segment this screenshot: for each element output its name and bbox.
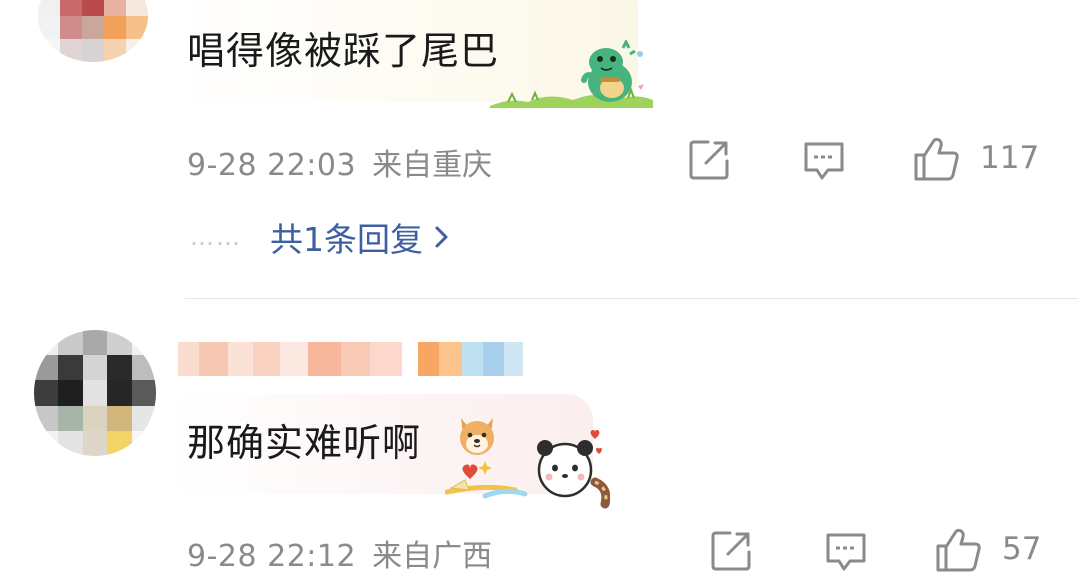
- thumbs-up-icon[interactable]: [913, 136, 961, 182]
- comment-icon[interactable]: [824, 529, 868, 573]
- comment-text: 那确实难听啊: [187, 421, 422, 465]
- chevron-right-icon: [435, 226, 448, 248]
- comment-list: 唱得像被踩了尾巴 9-28 22:03 来自重庆 117 …… 共1条回复 那确…: [0, 0, 1078, 586]
- comment-time: 9-28 22:03: [187, 148, 357, 183]
- comment-time: 9-28 22:12: [187, 539, 357, 574]
- reply-dots: ……: [190, 223, 242, 251]
- avatar[interactable]: [34, 330, 156, 456]
- thumbs-up-icon[interactable]: [935, 527, 983, 573]
- avatar[interactable]: [38, 0, 148, 62]
- comment-meta: 9-28 22:12 来自广西: [187, 531, 492, 575]
- comment-location: 来自广西: [372, 539, 493, 574]
- comment-location: 来自重庆: [372, 148, 493, 183]
- username[interactable]: [178, 334, 523, 384]
- reply-row: …… 共1条回复: [190, 212, 451, 262]
- comment-text: 唱得像被踩了尾巴: [187, 29, 500, 73]
- panda-sticker: [445, 430, 610, 509]
- dinosaur-sticker: [490, 40, 653, 108]
- view-replies-label: 共1条回复: [270, 220, 423, 259]
- share-icon[interactable]: [710, 529, 754, 573]
- comment-divider: [185, 298, 1078, 299]
- comment-meta: 9-28 22:03 来自重庆: [187, 140, 492, 184]
- comment-icon[interactable]: [802, 138, 846, 182]
- view-replies-link[interactable]: 共1条回复: [270, 213, 451, 261]
- like-count: 117: [980, 140, 1040, 176]
- share-icon[interactable]: [688, 138, 732, 182]
- like-count: 57: [1002, 531, 1042, 567]
